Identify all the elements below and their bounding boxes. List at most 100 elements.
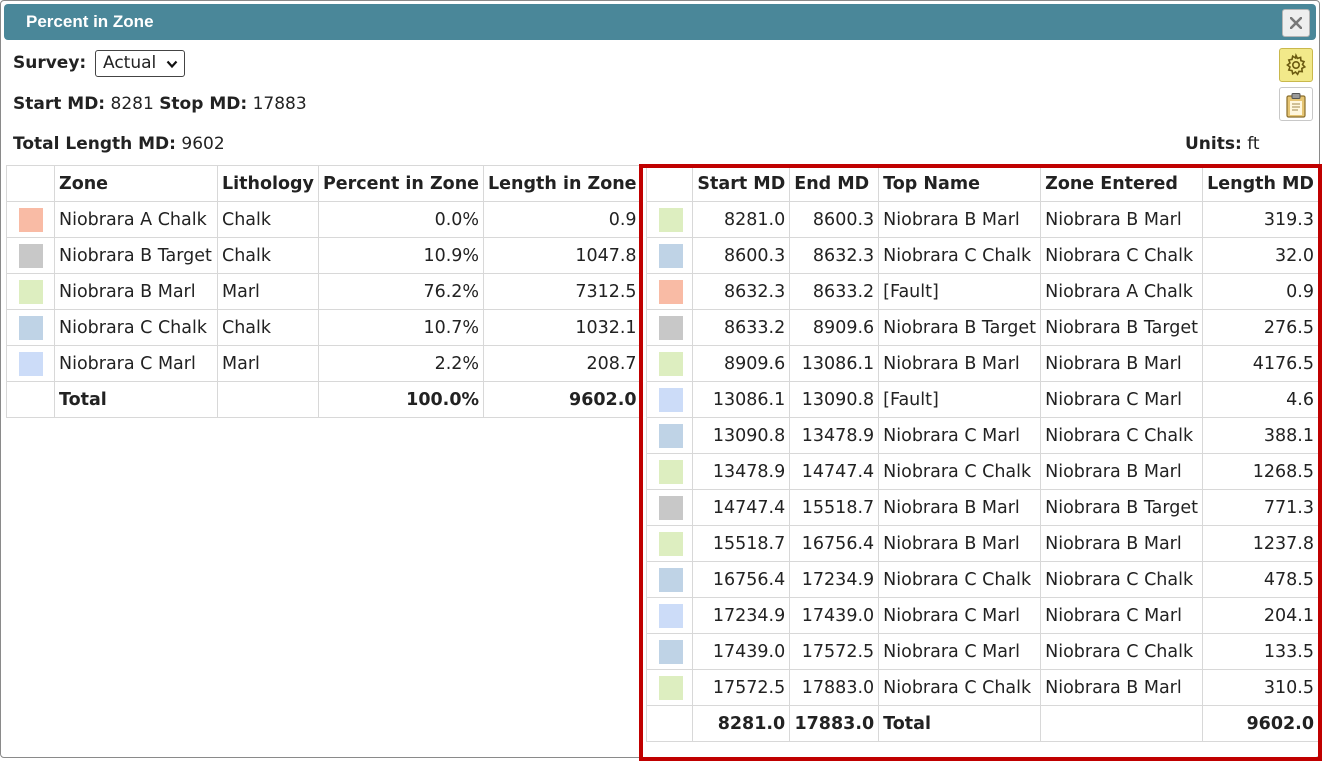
units-value: ft bbox=[1247, 134, 1260, 154]
top-name-cell: Niobrara C Chalk bbox=[878, 237, 1042, 274]
survey-select-value: Actual bbox=[103, 53, 157, 73]
swatch-cell bbox=[645, 417, 694, 454]
length-md-cell: 0.9 bbox=[1202, 273, 1319, 310]
close-button[interactable] bbox=[1282, 9, 1310, 37]
length-md-cell: 310.5 bbox=[1202, 669, 1319, 706]
close-icon bbox=[1290, 17, 1302, 29]
top-name-cell: Niobrara C Chalk bbox=[878, 669, 1042, 706]
swatch-cell bbox=[645, 309, 694, 346]
end-md-cell: 16756.4 bbox=[789, 525, 880, 562]
zone-entered-cell: Niobrara C Chalk bbox=[1040, 561, 1204, 598]
length-md-cell: 204.1 bbox=[1202, 597, 1319, 634]
column-header: Length MD bbox=[1202, 165, 1319, 202]
zone-entered-cell: Niobrara B Marl bbox=[1040, 669, 1204, 706]
start-md-cell: 16756.4 bbox=[692, 561, 791, 598]
zone-entered-cell: Niobrara C Chalk bbox=[1040, 417, 1204, 454]
column-header: Top Name bbox=[878, 165, 1042, 202]
length-cell: 1032.1 bbox=[483, 309, 642, 346]
start-md-cell: 17234.9 bbox=[692, 597, 791, 634]
chevron-down-icon bbox=[166, 60, 178, 69]
copy-to-clipboard-button[interactable] bbox=[1279, 87, 1313, 121]
table-row: Niobrara B Marl Marl 76.2% 7312.5 bbox=[6, 273, 642, 310]
zone-entered-cell: Niobrara B Marl bbox=[1040, 453, 1204, 490]
swatch-cell bbox=[6, 201, 55, 238]
total-length: Total Length MD: 9602 bbox=[13, 134, 225, 154]
percent-in-zone-dialog: Percent in Zone Survey: Actual Start MD:… bbox=[0, 0, 1322, 761]
percent-cell: 0.0% bbox=[317, 201, 485, 238]
interval-color-swatch bbox=[659, 675, 683, 700]
end-md-cell: 13090.8 bbox=[789, 381, 880, 418]
swatch-cell bbox=[6, 381, 55, 418]
interval-color-swatch bbox=[659, 531, 683, 556]
top-name-cell: Niobrara B Marl bbox=[878, 201, 1042, 238]
start-md-label: Start MD: bbox=[13, 94, 106, 114]
percent-cell: 2.2% bbox=[317, 345, 485, 382]
gear-icon bbox=[1286, 53, 1307, 76]
length-md-cell: 276.5 bbox=[1202, 309, 1319, 346]
length-md-cell: 1268.5 bbox=[1202, 453, 1319, 490]
swatch-cell bbox=[645, 381, 694, 418]
zone-summary-table: Zone Lithology Percent in Zone Length in… bbox=[6, 165, 642, 418]
zone-cell: Niobrara C Marl bbox=[54, 345, 218, 382]
survey-select[interactable]: Actual bbox=[95, 50, 185, 77]
zone-color-swatch bbox=[19, 207, 43, 232]
end-md-cell: 17234.9 bbox=[789, 561, 880, 598]
top-name-cell: Niobrara C Chalk bbox=[878, 561, 1042, 598]
length-md-cell: 133.5 bbox=[1202, 633, 1319, 670]
total-label-cell: Total bbox=[54, 381, 218, 418]
top-name-cell: Niobrara C Marl bbox=[878, 633, 1042, 670]
total-length-label: Total Length MD: bbox=[13, 134, 176, 154]
top-name-cell: Niobrara B Marl bbox=[878, 489, 1042, 526]
total-length-cell: 9602.0 bbox=[483, 381, 642, 418]
interval-color-swatch bbox=[659, 639, 683, 664]
top-name-cell: Niobrara B Marl bbox=[878, 525, 1042, 562]
interval-color-swatch bbox=[659, 459, 683, 484]
top-name-cell: [Fault] bbox=[878, 273, 1042, 310]
end-md-cell: 13086.1 bbox=[789, 345, 880, 382]
total-row: 8281.0 17883.0 Total 9602.0 bbox=[645, 705, 1319, 742]
length-md-cell: 4.6 bbox=[1202, 381, 1319, 418]
zone-cell: Niobrara C Chalk bbox=[54, 309, 218, 346]
table-row: 13086.1 13090.8 [Fault] Niobrara C Marl 4.6 bbox=[645, 381, 1319, 418]
lithology-cell: Marl bbox=[217, 345, 319, 382]
zone-color-swatch bbox=[19, 351, 43, 376]
interval-color-swatch bbox=[659, 495, 683, 520]
start-md-cell: 13086.1 bbox=[692, 381, 791, 418]
table-row: 16756.4 17234.9 Niobrara C Chalk Niobrara C… bbox=[645, 561, 1319, 598]
start-md-cell: 8600.3 bbox=[692, 237, 791, 274]
total-length-value: 9602 bbox=[181, 134, 225, 154]
column-header: Start MD bbox=[692, 165, 791, 202]
interval-color-swatch bbox=[659, 207, 683, 232]
total-label-cell: Total bbox=[878, 705, 1042, 742]
end-md-cell: 8633.2 bbox=[789, 273, 880, 310]
length-cell: 1047.8 bbox=[483, 237, 642, 274]
zone-color-swatch bbox=[19, 315, 43, 340]
end-md-cell: 15518.7 bbox=[789, 489, 880, 526]
table-row: Niobrara C Marl Marl 2.2% 208.7 bbox=[6, 345, 642, 382]
column-header: End MD bbox=[789, 165, 880, 202]
swatch-cell bbox=[645, 273, 694, 310]
start-md-cell: 8633.2 bbox=[692, 309, 791, 346]
start-md-cell: 17572.5 bbox=[692, 669, 791, 706]
zone-entered-cell: Niobrara B Target bbox=[1040, 309, 1204, 346]
end-md-cell: 14747.4 bbox=[789, 453, 880, 490]
total-percent-cell: 100.0% bbox=[317, 381, 485, 418]
swatch-cell bbox=[645, 705, 694, 742]
start-md-cell: 17439.0 bbox=[692, 633, 791, 670]
swatch-cell bbox=[6, 273, 55, 310]
titlebar: Percent in Zone bbox=[4, 4, 1316, 40]
table-row: 17234.9 17439.0 Niobrara C Marl Niobrara C … bbox=[645, 597, 1319, 634]
start-md-cell: 14747.4 bbox=[692, 489, 791, 526]
start-md-cell: 8632.3 bbox=[692, 273, 791, 310]
table-row: 8633.2 8909.6 Niobrara B Target Niobrara B … bbox=[645, 309, 1319, 346]
total-start-cell: 8281.0 bbox=[692, 705, 791, 742]
lithology-cell: Marl bbox=[217, 273, 319, 310]
end-md-cell: 17883.0 bbox=[789, 669, 880, 706]
dialog-title: Percent in Zone bbox=[26, 12, 154, 31]
units: Units: ft bbox=[1185, 134, 1260, 154]
length-md-cell: 32.0 bbox=[1202, 237, 1319, 274]
settings-button[interactable] bbox=[1279, 48, 1313, 82]
length-md-cell: 319.3 bbox=[1202, 201, 1319, 238]
total-row: Total 100.0% 9602.0 bbox=[6, 381, 642, 418]
length-md-cell: 388.1 bbox=[1202, 417, 1319, 454]
